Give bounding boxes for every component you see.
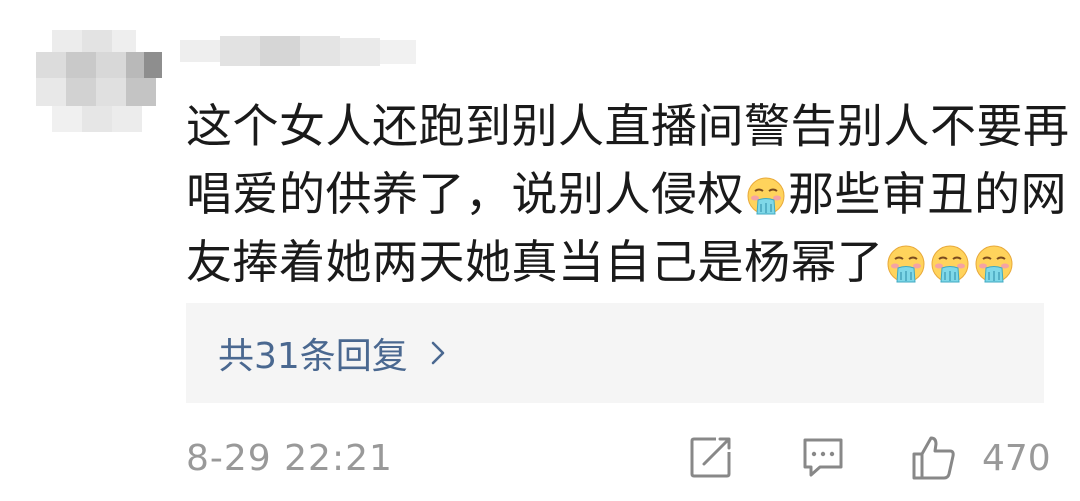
view-replies-button[interactable]: 共31条回复: [186, 303, 1044, 403]
comment-text: 这个女人还跑到别人直播间警告别人不要再 唱爱的供养了，说别人侵权 那些审丑的网 …: [186, 92, 1070, 296]
vomiting-face-icon: [975, 245, 1012, 283]
vomiting-face-icon: [887, 245, 924, 283]
comment-line-2-text: 唱爱的供养了，说别人侵权: [186, 167, 744, 221]
comment-line-3-text: 友捧着她两天她真当自己是杨幂了: [186, 235, 884, 289]
comment-line-2-tail: 那些审丑的网: [788, 167, 1067, 221]
comment-footer: 8-29 22:21 470: [186, 430, 1051, 486]
avatar[interactable]: [32, 22, 172, 142]
comment-timestamp: 8-29 22:21: [186, 438, 393, 479]
vomiting-face-icon: [747, 177, 785, 215]
like-icon[interactable]: [910, 434, 958, 482]
chevron-right-icon: [431, 341, 445, 365]
comment-line-2: 唱爱的供养了，说别人侵权 那些审丑的网: [186, 160, 1067, 228]
comment-line-3: 友捧着她两天她真当自己是杨幂了: [186, 228, 1056, 296]
username-blurred[interactable]: [180, 30, 416, 72]
vomiting-face-icon: [931, 245, 968, 283]
like-count: 470: [982, 438, 1051, 479]
replies-count-label: 共31条回复: [218, 336, 408, 377]
comment-line-1: 这个女人还跑到别人直播间警告别人不要再: [186, 99, 1070, 153]
comment-reply-icon[interactable]: [800, 434, 846, 480]
share-icon[interactable]: [688, 434, 734, 480]
